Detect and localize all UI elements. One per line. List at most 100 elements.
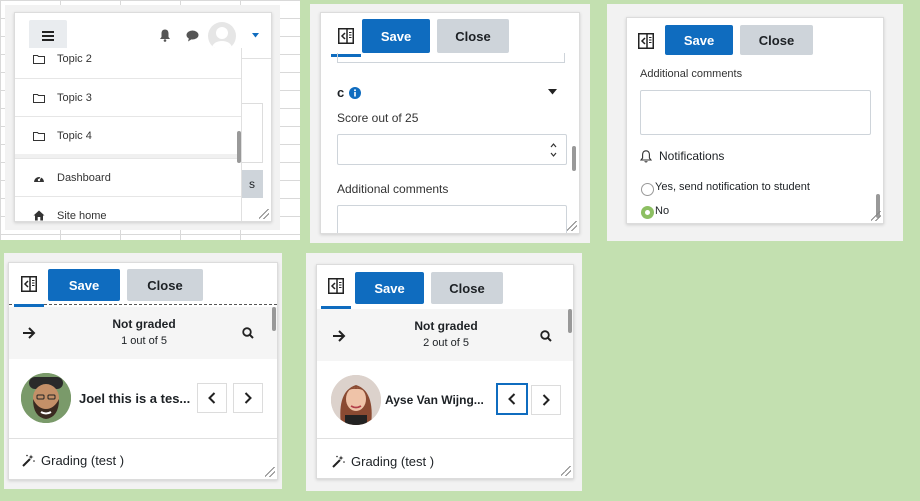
notify-toolbar: Save Close (627, 18, 883, 62)
save-button[interactable]: Save (355, 272, 424, 304)
grading-method-label: Grading (test ) (41, 453, 125, 468)
grader1-toolbar: Save Close (9, 263, 277, 307)
score-scrollbar[interactable] (572, 146, 576, 171)
notifications-heading: Notifications (640, 149, 724, 163)
drawer-item-label: Topic 3 (57, 91, 92, 104)
nav-card: s Topic 2 Topic 3 Topic 4 Dashboard Site… (14, 12, 272, 222)
radio-yes-label: Yes, send notification to student (655, 181, 810, 193)
chevron-left-icon (508, 393, 516, 405)
folder-icon (33, 54, 49, 64)
comments-label: Additional comments (640, 68, 743, 80)
comments-textarea[interactable] (640, 90, 871, 135)
drawer-item-topic-3[interactable]: Topic 3 (15, 78, 241, 116)
criterion-label: c (337, 85, 345, 100)
notify-card: Save Close Additional comments Notificat… (626, 17, 884, 224)
drawer-item-label: Topic 4 (57, 129, 92, 142)
grader1-card: Save Close Not graded 1 out of 5 Joel th… (8, 262, 278, 480)
save-button[interactable]: Save (362, 19, 430, 53)
collapse-panel-button[interactable] (321, 271, 351, 309)
resize-handle[interactable] (265, 467, 275, 477)
magic-wand-icon (22, 454, 35, 467)
submission-position: 1 out of 5 (121, 335, 167, 347)
grader2-toolbar: Save Close (317, 265, 573, 309)
previous-field-bottom (337, 53, 565, 63)
drawer-item-label: Topic 2 (57, 53, 92, 65)
user-avatar[interactable] (331, 375, 381, 425)
collapse-panel-button[interactable] (631, 26, 661, 56)
grader2-card: Save Close Not graded 2 out of 5 Ayse Va… (316, 264, 574, 479)
drawer-item-dashboard[interactable]: Dashboard (15, 158, 241, 196)
grading-status: Not graded (112, 317, 176, 331)
collapse-panel-button[interactable] (14, 269, 44, 307)
drawer-item-label: Site home (57, 209, 107, 222)
drawer-item-site-home[interactable]: Site home (15, 196, 241, 222)
notifications-label: Notifications (659, 149, 725, 163)
radio-no-label: No (655, 205, 670, 217)
magic-wand-icon (332, 455, 345, 468)
grading-method: Grading (test ) (331, 454, 434, 469)
radio-option-no[interactable]: No (641, 203, 669, 219)
drawer-item-label: Dashboard (57, 171, 111, 184)
close-button[interactable]: Close (431, 272, 503, 304)
folder-icon (33, 131, 49, 141)
save-button[interactable]: Save (48, 269, 120, 301)
score-input[interactable] (337, 134, 567, 165)
user-silhouette-icon (212, 27, 232, 50)
caret-down-icon[interactable] (548, 89, 557, 95)
resize-handle[interactable] (567, 221, 577, 231)
radio-option-yes[interactable]: Yes, send notification to student (641, 178, 810, 196)
divider (9, 438, 277, 439)
background-button-fragment[interactable]: s (241, 170, 263, 198)
next-user-button[interactable] (531, 385, 561, 415)
resize-handle[interactable] (871, 211, 881, 221)
chevron-right-icon (542, 394, 550, 406)
panel-collapse-icon (21, 276, 37, 292)
user-avatar[interactable] (21, 373, 71, 423)
info-icon[interactable] (349, 86, 362, 99)
close-button[interactable]: Close (127, 269, 203, 301)
criterion-heading: c (337, 85, 362, 100)
resize-handle[interactable] (259, 209, 269, 219)
grading-status: Not graded (414, 319, 478, 333)
previous-user-button[interactable] (197, 383, 227, 413)
grading-method-label: Grading (test ) (351, 454, 435, 469)
drawer-item-topic-2[interactable]: Topic 2 (15, 48, 241, 78)
search-icon[interactable] (242, 327, 254, 339)
panel-collapse-icon (638, 33, 654, 49)
user-name[interactable]: Joel this is a tes... (79, 391, 190, 406)
status-bar: Not graded 1 out of 5 (9, 307, 277, 359)
submission-position: 2 out of 5 (423, 337, 469, 349)
grader1-scrollbar[interactable] (272, 307, 276, 331)
chevron-left-icon (208, 392, 216, 404)
collapse-panel-button[interactable] (331, 21, 361, 57)
next-user-button[interactable] (233, 383, 263, 413)
grading-method: Grading (test ) (21, 453, 124, 468)
chevron-down-icon[interactable] (252, 33, 259, 38)
hamburger-icon (42, 31, 54, 41)
search-icon[interactable] (540, 330, 552, 342)
drawer-scrollbar[interactable] (237, 131, 241, 163)
bell-icon (640, 149, 652, 163)
chevron-right-icon (244, 392, 252, 404)
resize-handle[interactable] (561, 466, 571, 476)
previous-user-button[interactable] (496, 383, 528, 415)
user-photo (21, 373, 71, 423)
radio-checked[interactable] (641, 206, 654, 219)
user-name[interactable]: Ayse Van Wijng... (385, 393, 484, 407)
avatar[interactable] (208, 22, 236, 50)
nav-drawer: Topic 2 Topic 3 Topic 4 Dashboard Site h… (15, 48, 242, 222)
close-button[interactable]: Close (437, 19, 509, 53)
user-photo (331, 375, 381, 425)
panel-collapse-icon (338, 28, 354, 44)
grader2-scrollbar[interactable] (568, 309, 572, 333)
bell-icon[interactable] (159, 29, 171, 42)
score-card: Save Close c Score out of 25 Additional … (320, 12, 580, 234)
comments-textarea[interactable] (337, 205, 567, 233)
drawer-item-topic-4[interactable]: Topic 4 (15, 116, 241, 154)
radio-unchecked[interactable] (641, 183, 654, 196)
panel-collapse-icon (328, 278, 344, 294)
save-button[interactable]: Save (665, 25, 733, 55)
spinner-arrows-icon[interactable] (550, 141, 557, 159)
chat-icon[interactable] (186, 30, 199, 42)
close-button[interactable]: Close (740, 25, 813, 55)
